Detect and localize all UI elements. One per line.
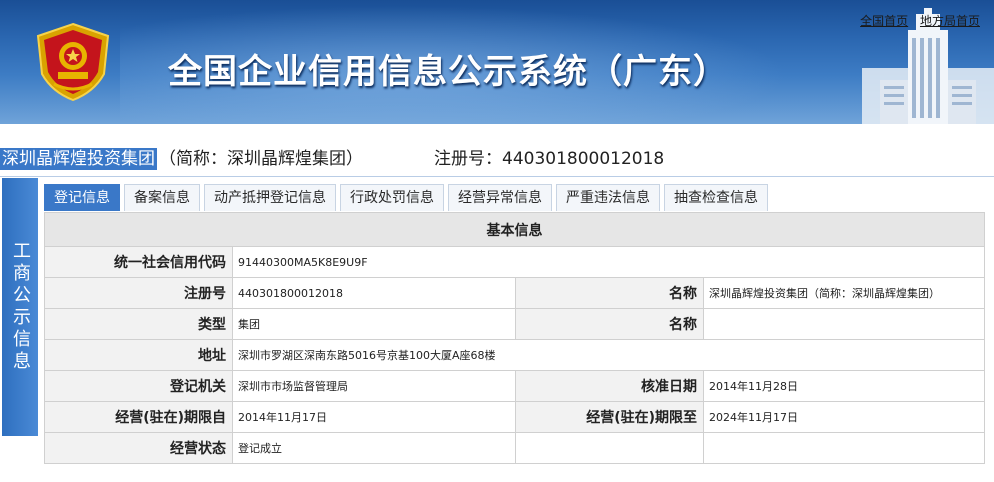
status-label: 经营状态: [44, 432, 233, 464]
local-home-link[interactable]: 地方局首页: [920, 14, 980, 28]
side-tab-business-info[interactable]: 工商公示信息: [2, 178, 38, 436]
status-value: 登记成立: [232, 432, 516, 464]
header-banner: 全国企业信用信息公示系统（广东） 全国首页 地方局首页: [0, 0, 994, 124]
side-tab-label: 工商公示信息: [10, 241, 31, 373]
basic-info-header: 基本信息: [44, 212, 985, 247]
tab-administrative-penalty[interactable]: 行政处罚信息: [340, 184, 444, 211]
emblem-icon: [36, 22, 110, 102]
name-label: 名称: [515, 277, 704, 309]
table-row: 登记机关 深圳市市场监督管理局 核准日期 2014年11月28日: [44, 370, 985, 402]
name-label-2: 名称: [515, 308, 704, 340]
banner-title: 全国企业信用信息公示系统（广东）: [168, 52, 728, 92]
table-row: 统一社会信用代码 91440300MA5K8E9U9F: [44, 246, 985, 278]
registration-number: 注册号：440301800012018: [434, 149, 665, 169]
tab-abnormal-operation[interactable]: 经营异常信息: [448, 184, 552, 211]
table-row: 地址 深圳市罗湖区深南东路5016号京基100大厦A座68楼: [44, 339, 985, 371]
type-label: 类型: [44, 308, 233, 340]
address-label: 地址: [44, 339, 233, 371]
approval-date-value: 2014年11月28日: [703, 370, 985, 402]
table-row: 经营状态 登记成立: [44, 432, 985, 464]
tab-chattel-mortgage[interactable]: 动产抵押登记信息: [204, 184, 336, 211]
table-row: 类型 集团 名称: [44, 308, 985, 340]
company-header: 深圳晶辉煌投资集团 （简称：深圳晶辉煌集团）: [0, 144, 363, 172]
term-to-label: 经营(驻在)期限至: [515, 401, 704, 433]
authority-value: 深圳市市场监督管理局: [232, 370, 516, 402]
basic-info-table: 基本信息 统一社会信用代码 91440300MA5K8E9U9F 注册号 440…: [44, 212, 985, 464]
tab-bar: 登记信息 备案信息 动产抵押登记信息 行政处罚信息 经营异常信息 严重违法信息 …: [44, 184, 772, 212]
tab-filing-info[interactable]: 备案信息: [124, 184, 200, 211]
company-short-name: （简称：深圳晶辉煌集团）: [159, 149, 363, 169]
term-to-value: 2024年11月17日: [703, 401, 985, 433]
top-links: 全国首页 地方局首页: [852, 12, 980, 29]
empty-value-cell: [703, 432, 985, 464]
table-header-row: 基本信息: [44, 212, 985, 247]
address-value: 深圳市罗湖区深南东路5016号京基100大厦A座68楼: [232, 339, 985, 371]
credit-code-label: 统一社会信用代码: [44, 246, 233, 278]
term-from-value: 2014年11月17日: [232, 401, 516, 433]
table-row: 注册号 440301800012018 名称 深圳晶辉煌投资集团（简称：深圳晶辉…: [44, 277, 985, 309]
name-value: 深圳晶辉煌投资集团（简称：深圳晶辉煌集团）: [703, 277, 985, 309]
approval-date-label: 核准日期: [515, 370, 704, 402]
tab-registration-info[interactable]: 登记信息: [44, 184, 120, 211]
credit-code-value: 91440300MA5K8E9U9F: [232, 246, 985, 278]
type-value: 集团: [232, 308, 516, 340]
reg-no-label: 注册号: [44, 277, 233, 309]
tab-serious-violation[interactable]: 严重违法信息: [556, 184, 660, 211]
tab-spot-check[interactable]: 抽查检查信息: [664, 184, 768, 211]
term-from-label: 经营(驻在)期限自: [44, 401, 233, 433]
reg-no-value: 440301800012018: [232, 277, 516, 309]
empty-label-cell: [515, 432, 704, 464]
table-row: 经营(驻在)期限自 2014年11月17日 经营(驻在)期限至 2024年11月…: [44, 401, 985, 433]
authority-label: 登记机关: [44, 370, 233, 402]
name-value-2: [703, 308, 985, 340]
company-name: 深圳晶辉煌投资集团: [0, 148, 157, 170]
national-home-link[interactable]: 全国首页: [860, 14, 908, 28]
